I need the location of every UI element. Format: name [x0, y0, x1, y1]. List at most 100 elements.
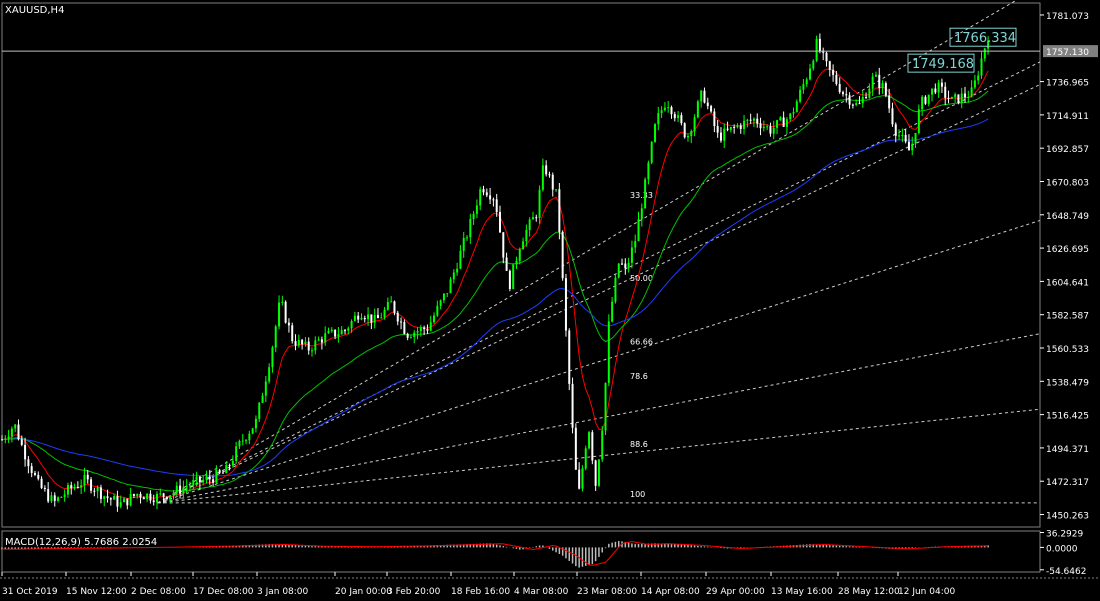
candle-body — [894, 124, 897, 136]
candle-body — [812, 60, 815, 69]
candle-body — [284, 301, 287, 323]
candle-body — [584, 448, 587, 469]
candle-body — [390, 301, 393, 303]
candle-body — [545, 165, 548, 175]
candle-body — [706, 102, 709, 107]
candle-body — [970, 87, 973, 97]
y-tick-label: 1538.479 — [1046, 378, 1089, 388]
y-tick-label: 1781.073 — [1046, 12, 1089, 22]
candle-body — [169, 495, 172, 500]
candle-body — [96, 487, 99, 492]
candle-body — [251, 428, 254, 434]
candle-body — [258, 402, 261, 419]
candle-body — [551, 174, 554, 190]
x-tick-label: 15 Nov 12:00 — [66, 587, 127, 597]
candle-body — [805, 79, 808, 85]
candle-body — [512, 264, 515, 290]
candle-body — [538, 189, 541, 218]
candle-body — [423, 327, 426, 330]
candle-body — [53, 495, 56, 501]
candle-body — [762, 126, 765, 129]
candle-body — [93, 490, 96, 492]
candle-body — [172, 492, 175, 496]
candle-body — [574, 427, 577, 470]
candle-body — [33, 472, 36, 475]
candle-body — [73, 486, 76, 489]
candle-body — [743, 120, 746, 129]
candle-body — [278, 302, 281, 327]
candle-body — [733, 126, 736, 128]
candle-body — [630, 247, 633, 263]
candle-body — [931, 88, 934, 95]
candle-body — [960, 93, 963, 104]
candle-body — [564, 278, 567, 331]
candle-body — [815, 38, 818, 61]
candle-body — [340, 330, 343, 335]
macd-y-tick-label: -54.6462 — [1046, 567, 1086, 577]
y-tick-label: 1582.587 — [1046, 312, 1089, 322]
candle-body — [634, 241, 637, 248]
candle-body — [588, 432, 591, 449]
candle-body — [126, 498, 129, 506]
candle-body — [66, 485, 69, 495]
candle-body — [109, 498, 112, 500]
candle-body — [475, 205, 478, 214]
x-tick-label: 18 Feb 16:00 — [451, 587, 510, 597]
candle-body — [60, 496, 63, 498]
x-tick-label: 12 Jun 04:00 — [898, 587, 955, 597]
candle-body — [884, 83, 887, 96]
candle-body — [281, 301, 284, 303]
candle-body — [614, 277, 617, 302]
candle-body — [789, 113, 792, 120]
candle-body — [785, 119, 788, 127]
candle-body — [525, 229, 528, 242]
candle-body — [43, 487, 46, 490]
candle-body — [7, 436, 10, 439]
candle-body — [307, 341, 310, 351]
candle-body — [571, 383, 574, 428]
candle-body — [855, 103, 858, 105]
candle-body — [927, 94, 930, 104]
macd-label: MACD(12,26,9) 5.7686 2.0254 — [5, 537, 157, 548]
y-tick-label: 1670.803 — [1046, 178, 1089, 188]
candle-body — [835, 74, 838, 84]
candle-body — [680, 115, 683, 124]
candle-body — [531, 217, 534, 220]
candle-body — [139, 493, 142, 498]
candle-body — [162, 493, 165, 497]
x-tick-label: 13 May 16:00 — [771, 587, 833, 597]
fib-fan-line — [157, 0, 1018, 504]
candle-body — [106, 496, 109, 499]
x-tick-label: 20 Jan 00:00 — [335, 587, 392, 597]
candle-body — [317, 339, 320, 341]
candle-body — [439, 300, 442, 306]
candle-body — [950, 96, 953, 99]
candle-body — [568, 330, 571, 384]
x-tick-label: 4 Mar 08:00 — [514, 587, 569, 597]
candle-body — [192, 479, 195, 486]
candle-body — [149, 493, 152, 501]
x-tick-label: 23 Mar 08:00 — [577, 587, 637, 597]
candle-body — [24, 444, 27, 460]
candle-body — [700, 90, 703, 102]
candle-body — [472, 213, 475, 219]
candle-body — [776, 120, 779, 128]
x-tick-label: 3 Feb 20:00 — [387, 587, 441, 597]
candle-body — [301, 339, 304, 345]
fib-fan-lines: 33.33 50.00 66.66 78.6 88.6 100 — [157, 0, 1041, 504]
candle-body — [409, 337, 412, 339]
fib-level-label: 88.6 — [630, 440, 648, 449]
candle-body — [324, 333, 327, 343]
candle-body — [901, 134, 904, 136]
candle-body — [103, 496, 106, 499]
candle-body — [152, 500, 155, 503]
candle-body — [179, 485, 182, 494]
y-tick-label: 1472.317 — [1046, 478, 1089, 488]
candle-body — [202, 479, 205, 483]
candle-body — [182, 487, 185, 494]
candle-body — [129, 494, 132, 506]
candle-body — [802, 84, 805, 90]
x-tick-label: 31 Oct 2019 — [2, 587, 58, 597]
time-axis: 31 Oct 2019 15 Nov 12:00 2 Dec 08:00 17 Dec… — [1, 572, 955, 597]
candle-body — [1, 439, 3, 441]
